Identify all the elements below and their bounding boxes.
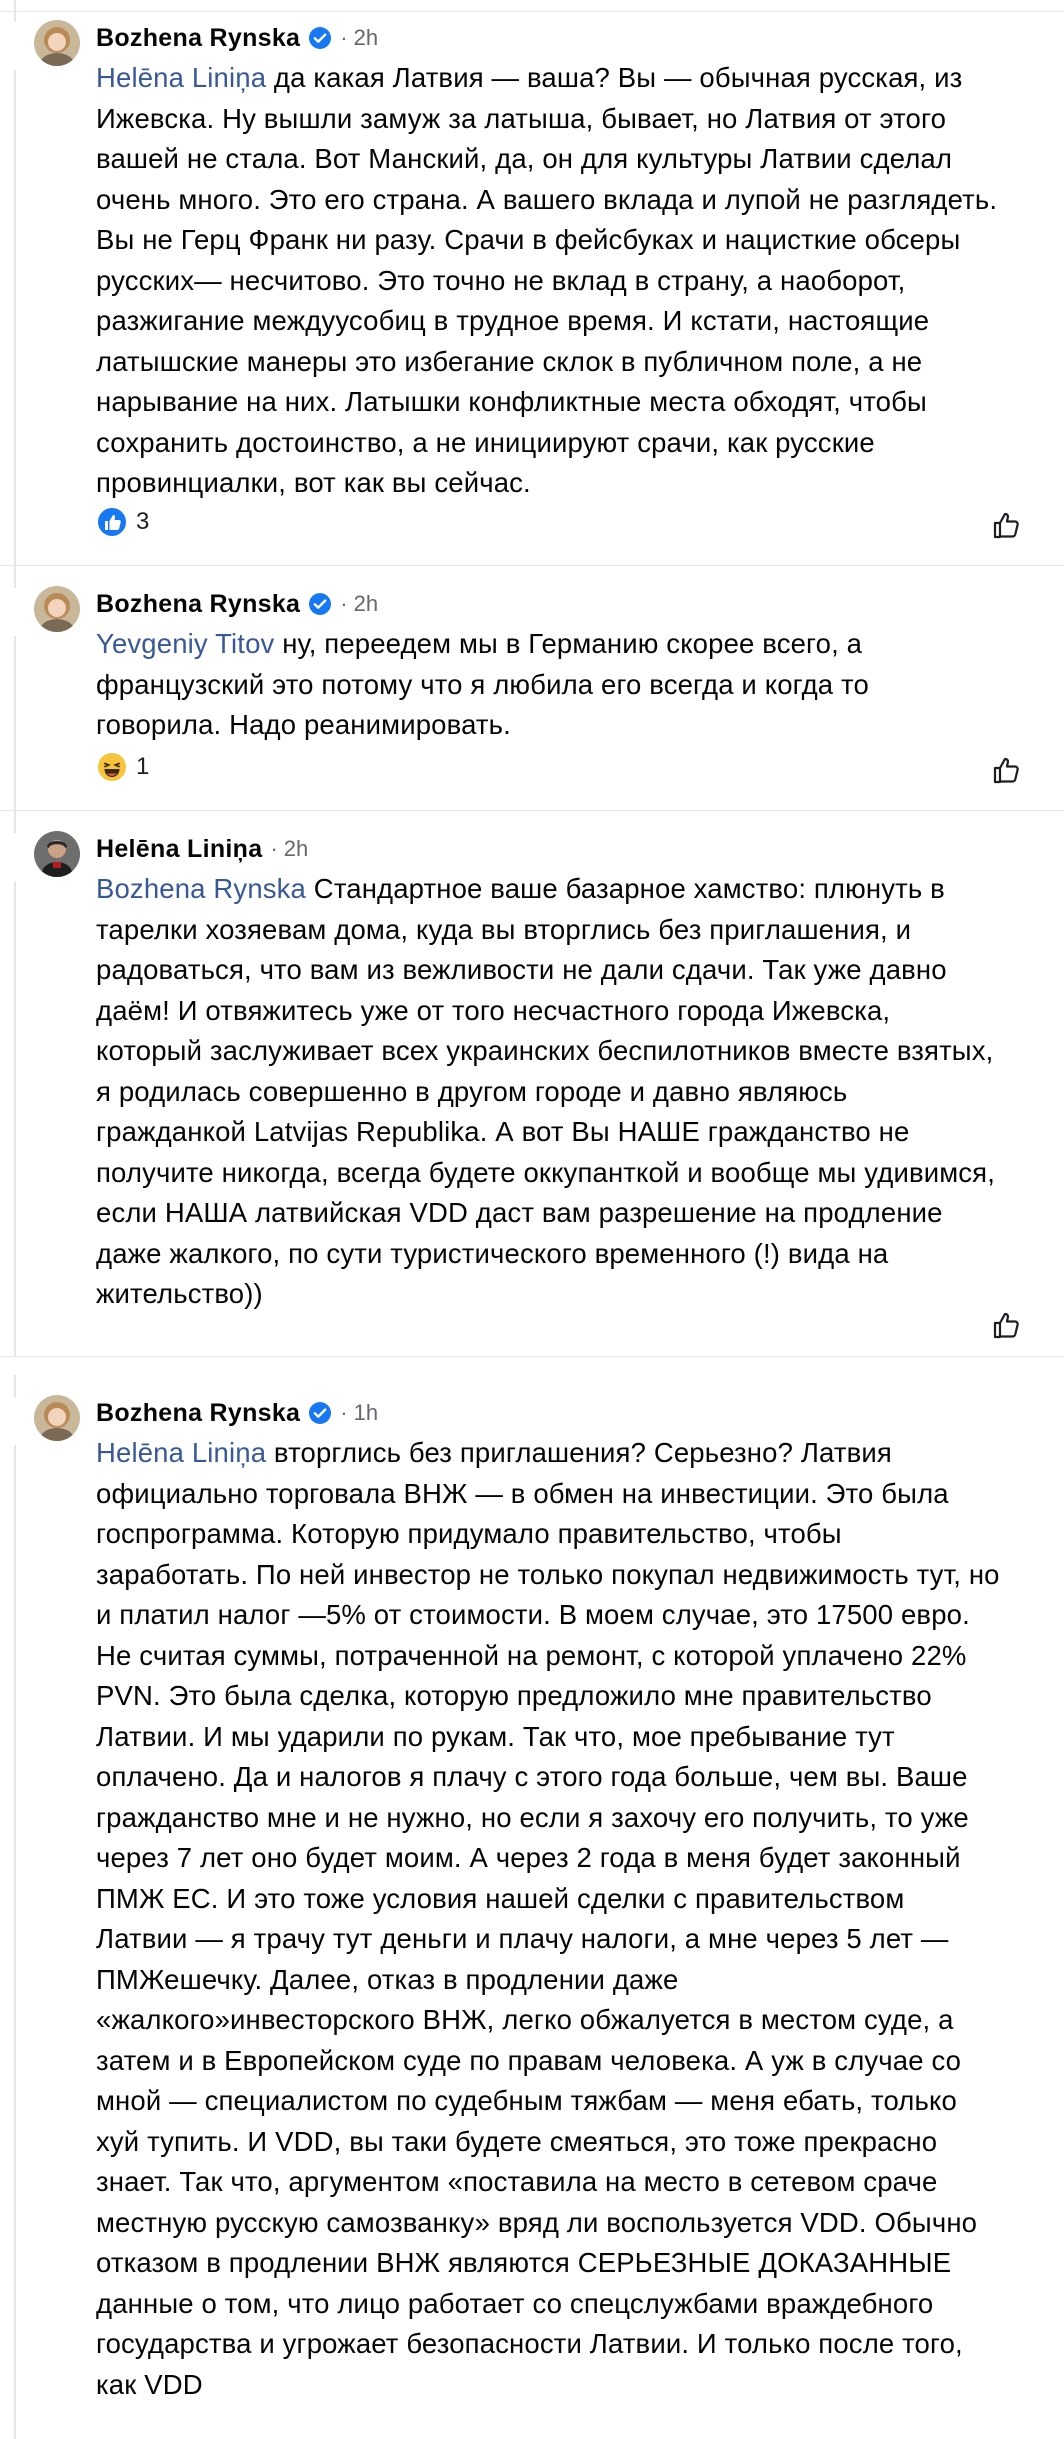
like-button-icon[interactable] (990, 1308, 1024, 1342)
thread-line (14, 881, 16, 1356)
avatar[interactable] (34, 831, 80, 877)
comment: Bozhena Rynska · 2h Helēna Liniņa да как… (0, 0, 1064, 565)
timestamp[interactable]: 2h (354, 25, 378, 51)
comment-divider (0, 1356, 1064, 1357)
avatar[interactable] (34, 20, 80, 66)
comment-header: Helēna Liniņa · 2h (96, 831, 308, 867)
thread-line (14, 0, 16, 22)
mention-link[interactable]: Helēna Liniņa (96, 62, 266, 93)
reaction-summary[interactable]: 1 (96, 749, 149, 785)
comment-header: Bozhena Rynska · 2h (96, 586, 378, 622)
author-name[interactable]: Helēna Liniņa (96, 835, 262, 864)
comment-text: Yevgeniy Titov ну, переедем мы в Германи… (96, 624, 1000, 746)
verified-badge-icon (309, 27, 332, 49)
comment-body: да какая Латвия — ваша? Вы — обычная рус… (96, 62, 998, 498)
timestamp[interactable]: 2h (354, 591, 378, 617)
comment-text: Bozhena Rynska Стандартное ваше базарное… (96, 869, 1000, 1315)
reaction-count: 1 (136, 753, 150, 780)
timestamp[interactable]: 1h (354, 1400, 378, 1426)
comment-header: Bozhena Rynska · 1h (96, 1395, 378, 1431)
mention-link[interactable]: Yevgeniy Titov (96, 628, 274, 659)
thread-line (14, 636, 16, 810)
like-button-icon[interactable] (990, 753, 1024, 787)
comment: Bozhena Rynska · 2h Yevgeniy Titov ну, п… (0, 566, 1064, 810)
mention-link[interactable]: Helēna Liniņa (96, 1437, 266, 1468)
comment-body: вторглись без приглашения? Серьезно? Лат… (96, 1437, 1000, 2400)
author-name[interactable]: Bozhena Rynska (96, 1399, 300, 1428)
comment-text: Helēna Liniņa да какая Латвия — ваша? Вы… (96, 58, 1000, 504)
like-reaction-icon (96, 506, 128, 538)
reaction-count: 3 (136, 508, 150, 535)
comment-header: Bozhena Rynska · 2h (96, 20, 378, 56)
comment-text: Helēna Liniņa вторглись без приглашения?… (96, 1433, 1000, 2405)
separator-dot: · (270, 836, 278, 861)
thread-line (14, 811, 16, 833)
verified-badge-icon (309, 1402, 332, 1424)
avatar[interactable] (34, 1395, 80, 1441)
thread-line (14, 1445, 16, 2439)
reaction-summary[interactable]: 3 (96, 504, 149, 540)
mention-link[interactable]: Bozhena Rynska (96, 873, 306, 904)
avatar[interactable] (34, 586, 80, 632)
timestamp[interactable]: 2h (284, 836, 308, 862)
thread-line (14, 566, 16, 588)
separator-dot: · (340, 591, 348, 616)
author-name[interactable]: Bozhena Rynska (96, 590, 300, 619)
haha-reaction-icon (96, 751, 128, 783)
separator-dot: · (340, 25, 348, 50)
separator-dot: · (340, 1400, 348, 1425)
author-name[interactable]: Bozhena Rynska (96, 24, 300, 53)
like-button-icon[interactable] (990, 508, 1024, 542)
comment: Bozhena Rynska · 1h Helēna Liniņa вторгл… (0, 1375, 1064, 2439)
thread-line (14, 1375, 16, 1397)
comment: Helēna Liniņa · 2h Bozhena Rynska Станда… (0, 811, 1064, 1356)
verified-badge-icon (309, 593, 332, 615)
comment-body: Стандартное ваше базарное хамство: плюну… (96, 873, 996, 1309)
thread-line (14, 70, 16, 565)
